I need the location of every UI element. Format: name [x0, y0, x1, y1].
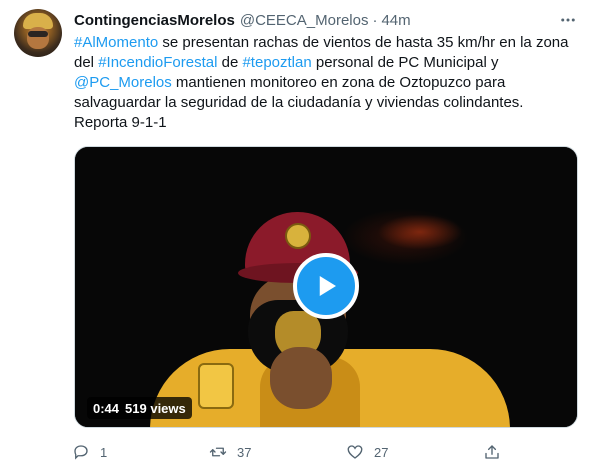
video-player[interactable]: 0:44 519 views [74, 146, 578, 428]
tweet-card[interactable]: ContingenciasMorelos @CEECA_Morelos · 44… [0, 0, 590, 468]
thumbnail-hand [270, 347, 332, 409]
video-info-badge: 0:44 519 views [87, 397, 192, 419]
hashtag-link[interactable]: #tepoztlan [242, 54, 311, 71]
video-duration: 0:44 [93, 400, 120, 416]
share-icon [477, 438, 507, 466]
tweet-text-segment: personal de PC Municipal y [311, 54, 499, 71]
video-thumbnail-person [110, 177, 510, 427]
share-button[interactable] [477, 438, 590, 466]
tweet-actions: 1 37 27 [66, 438, 590, 466]
like-button[interactable]: 27 [340, 438, 477, 466]
tweet-header: ContingenciasMorelos @CEECA_Morelos · 44… [74, 10, 411, 30]
like-count: 27 [374, 444, 389, 460]
reply-button[interactable]: 1 [66, 438, 203, 466]
reply-icon [66, 438, 96, 466]
more-icon [561, 18, 575, 22]
retweet-icon [203, 438, 233, 466]
thumbnail-cap-badge [285, 223, 311, 249]
retweet-count: 37 [237, 444, 252, 460]
more-button[interactable] [556, 8, 580, 32]
tweet-timestamp[interactable]: 44m [381, 12, 410, 29]
tweet-text: #AlMomento se presentan rachas de viento… [74, 33, 574, 133]
play-button[interactable] [293, 253, 359, 319]
thumbnail-jacket-patch [198, 363, 234, 409]
avatar-visor [28, 31, 48, 37]
like-icon [340, 438, 370, 466]
mention-link[interactable]: @PC_Morelos [74, 74, 172, 91]
author-handle[interactable]: @CEECA_Morelos [240, 12, 369, 29]
play-icon [319, 276, 336, 296]
video-views: 519 views [125, 400, 186, 416]
reply-count: 1 [100, 444, 108, 460]
separator-dot: · [372, 11, 378, 29]
tweet-text-segment: de [217, 54, 243, 71]
avatar[interactable] [14, 9, 62, 57]
hashtag-link[interactable]: #IncendioForestal [98, 54, 217, 71]
hashtag-link[interactable]: #AlMomento [74, 34, 158, 51]
author-name[interactable]: ContingenciasMorelos [74, 12, 235, 29]
retweet-button[interactable]: 37 [203, 438, 340, 466]
